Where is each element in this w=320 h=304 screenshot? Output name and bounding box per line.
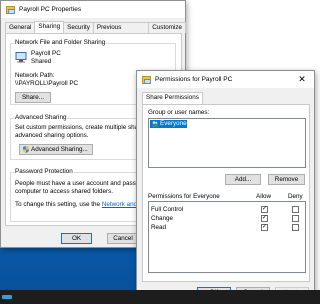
advanced-sharing-desc-2: advanced sharing options. [15, 132, 89, 139]
folder-icon [142, 75, 151, 84]
permissions-window: Permissions for Payroll PC ✕ Share Permi… [136, 70, 315, 302]
user-name: Everyone [160, 120, 187, 127]
password-desc-3-text: To change this setting, use the [15, 201, 101, 208]
network-path-label: Network Path: [15, 72, 55, 79]
share-status: Shared [31, 58, 52, 65]
password-protection-label: Password Protection [14, 168, 74, 175]
allow-read-checkbox[interactable]: ✓ [261, 224, 268, 231]
permissions-for-label: Permissions for Everyone [148, 193, 220, 200]
tab-sharing[interactable]: Sharing [34, 21, 65, 33]
deny-header: Deny [288, 193, 303, 200]
tab-general[interactable]: General [5, 22, 36, 33]
window-title: Payroll PC Properties [19, 6, 82, 13]
tab-share-permissions[interactable]: Share Permissions [142, 92, 203, 104]
user-list-item-everyone[interactable]: Everyone [150, 120, 187, 128]
taskbar [0, 290, 320, 304]
network-path-value: \\PAYROLL\Payroll PC [15, 80, 79, 87]
users-icon [152, 121, 158, 127]
network-sharing-label: Network File and Folder Sharing [14, 39, 107, 46]
advanced-sharing-button-label: Advanced Sharing... [31, 146, 88, 153]
properties-ok-button[interactable]: OK [61, 233, 92, 244]
perm-name-full-control: Full Control [151, 206, 184, 213]
share-button[interactable]: Share... [15, 92, 51, 103]
remove-button[interactable]: Remove [268, 174, 305, 185]
permissions-title: Permissions for Payroll PC [155, 76, 233, 83]
permissions-titlebar[interactable]: Permissions for Payroll PC ✕ [137, 71, 314, 88]
tab-security[interactable]: Security [63, 22, 94, 33]
properties-titlebar[interactable]: Payroll PC Properties [1, 1, 185, 18]
share-permissions-panel: Group or user names: Everyone Add... Rem… [142, 104, 310, 282]
allow-change-checkbox[interactable]: ✓ [261, 215, 268, 222]
user-list[interactable]: Everyone [148, 118, 306, 168]
deny-change-checkbox[interactable] [292, 215, 299, 222]
allow-header: Allow [256, 193, 272, 200]
advanced-sharing-label: Advanced Sharing [14, 114, 68, 121]
permissions-tab-strip: Share Permissions [142, 92, 203, 104]
tab-strip: General Sharing Security Previous Versio… [5, 21, 186, 41]
folder-icon [6, 5, 15, 14]
tab-customize[interactable]: Customize [148, 22, 186, 33]
allow-full-control-checkbox[interactable]: ✓ [261, 206, 268, 213]
perm-name-change: Change [151, 215, 174, 222]
advanced-sharing-button[interactable]: Advanced Sharing... [19, 144, 93, 155]
tab-previous-versions[interactable]: Previous Versions [92, 22, 150, 41]
share-name: Payroll PC [31, 50, 61, 57]
close-icon[interactable]: ✕ [290, 71, 314, 88]
computer-icon [15, 52, 27, 63]
shield-icon [23, 146, 29, 153]
add-button[interactable]: Add... [225, 174, 261, 185]
deny-full-control-checkbox[interactable] [292, 206, 299, 213]
group-user-names-label: Group or user names: [148, 109, 210, 116]
perm-name-read: Read [151, 224, 167, 231]
taskbar-start-accent[interactable] [2, 295, 12, 299]
permissions-list: Full Control ✓ Change ✓ Read ✓ [148, 201, 306, 273]
password-desc-3: To change this setting, use the Network … [15, 201, 152, 208]
password-desc-2: computer to access shared folders. [15, 188, 113, 195]
properties-cancel-button[interactable]: Cancel [107, 233, 139, 244]
deny-read-checkbox[interactable] [292, 224, 299, 231]
